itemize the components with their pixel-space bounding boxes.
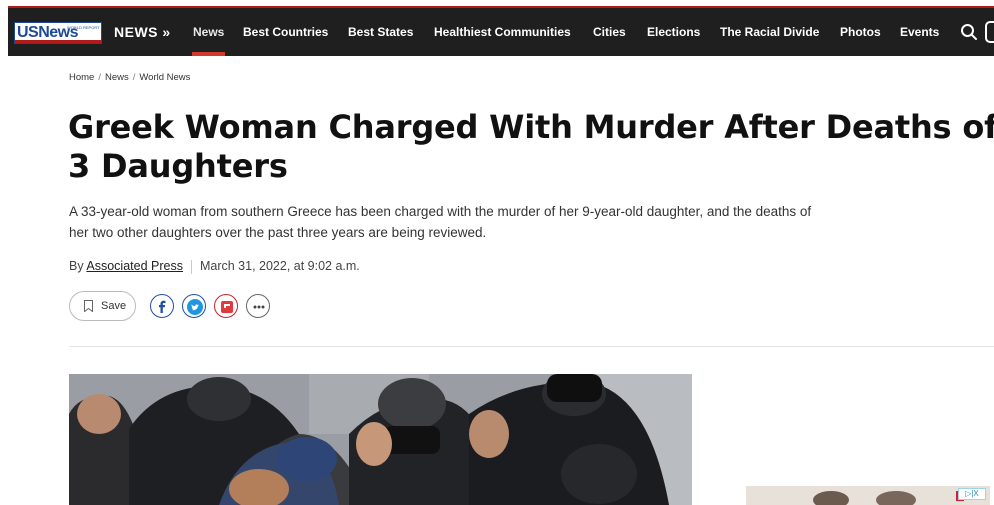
active-nav-indicator [192,52,225,56]
account-icon[interactable] [985,21,994,43]
nav-item-cities[interactable]: Cities [593,25,626,39]
more-share-button[interactable] [246,294,270,318]
ad-image [746,486,990,505]
nav-item-best-countries[interactable]: Best Countries [243,25,328,39]
top-accent-line [8,6,994,8]
facebook-share-button[interactable] [150,294,174,318]
byline: By Associated Press March 31, 2022, at 9:… [69,259,360,274]
author-link[interactable]: Associated Press [86,259,183,273]
flipboard-share-button[interactable] [214,294,238,318]
flipboard-icon [221,301,233,313]
advertisement[interactable]: ▷|X [746,486,990,505]
twitter-icon [187,299,203,315]
nav-item-racial-divide[interactable]: The Racial Divide [720,25,819,39]
summary-line-2: her two other daughters over the past th… [69,225,487,240]
nav-item-healthiest-communities[interactable]: Healthiest Communities [434,25,571,39]
article-photo[interactable] [69,374,692,505]
article-headline: Greek Woman Charged With Murder After De… [68,108,994,186]
headline-line-2: 3 Daughters [68,147,288,185]
breadcrumb: Home / News / World News [69,72,190,83]
breadcrumb-separator: / [98,72,101,83]
nav-item-best-states[interactable]: Best States [348,25,413,39]
more-icon [253,305,265,309]
logo-subtext: WORLD REPORT [67,25,100,30]
twitter-share-button[interactable] [182,294,206,318]
save-button[interactable]: Save [69,291,136,321]
breadcrumb-news[interactable]: News [105,72,129,83]
breadcrumb-home[interactable]: Home [69,72,94,83]
search-icon[interactable] [960,23,978,41]
article-summary: A 33-year-old woman from southern Greece… [69,201,869,243]
breadcrumb-separator: / [132,72,136,83]
ad-choices-badge[interactable]: ▷|X [958,488,986,500]
section-divider [69,346,994,347]
bookmark-icon [84,300,93,312]
nav-item-photos[interactable]: Photos [840,25,881,39]
logo-underline [15,40,101,43]
facebook-icon [159,300,166,313]
publish-timestamp: March 31, 2022, at 9:02 a.m. [199,259,360,273]
news-photo-image [69,374,692,505]
byline-prefix: By [69,259,84,273]
nav-item-elections[interactable]: Elections [647,25,700,39]
section-label[interactable]: NEWS » [114,24,171,40]
usnews-logo[interactable]: USNews WORLD REPORT [14,22,102,44]
byline-divider [190,259,192,274]
nav-item-news[interactable]: News [193,25,224,39]
summary-line-1: A 33-year-old woman from southern Greece… [69,204,812,219]
headline-line-1: Greek Woman Charged With Murder After De… [68,108,994,146]
save-label: Save [101,300,127,312]
nav-item-events[interactable]: Events [900,25,939,39]
breadcrumb-world-news[interactable]: World News [139,72,190,83]
